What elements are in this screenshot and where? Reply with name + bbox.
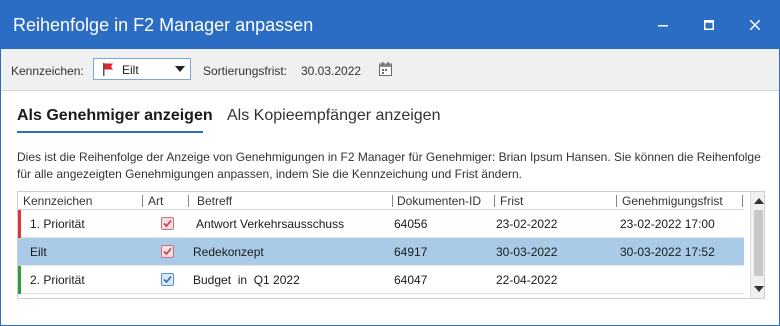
table-row[interactable]: 2. Priorität Budget in Q1 2022 64047 22-… bbox=[18, 266, 744, 294]
filter-toolbar: Kennzeichen: Eilt Sortierungsfrist: 30.0… bbox=[1, 49, 779, 91]
chevron-down-icon bbox=[175, 66, 185, 72]
description-text: Dies ist die Reihenfolge der Anzeige von… bbox=[17, 150, 761, 181]
column-separator[interactable] bbox=[142, 195, 143, 207]
column-header-dokumenten-id[interactable]: Dokumenten-ID bbox=[397, 194, 481, 208]
column-header-genehmigungsfrist[interactable]: Genehmigungsfrist bbox=[622, 194, 723, 208]
cell-frist: 22-04-2022 bbox=[496, 273, 558, 287]
cell-genehmigungsfrist: 30-03-2022 17:52 bbox=[620, 245, 715, 259]
column-header-art[interactable]: Art bbox=[148, 194, 163, 208]
cell-betreff: Budget in Q1 2022 bbox=[193, 273, 300, 287]
close-icon bbox=[750, 20, 760, 30]
maximize-button[interactable] bbox=[695, 11, 723, 39]
minimize-icon bbox=[658, 25, 668, 27]
column-header-betreff[interactable]: Betreff bbox=[197, 194, 232, 208]
table-row[interactable]: 1. Priorität Antwort Verkehrsausschuss 6… bbox=[18, 210, 744, 238]
active-tab-underline bbox=[17, 131, 203, 133]
cell-betreff: Antwort Verkehrsausschuss bbox=[196, 217, 345, 231]
cell-kennzeichen: 2. Priorität bbox=[30, 273, 85, 287]
priority-marker bbox=[18, 266, 21, 294]
cell-kennzeichen: 1. Priorität bbox=[30, 217, 85, 231]
red-flag-icon bbox=[103, 63, 113, 76]
scroll-thumb[interactable] bbox=[754, 210, 763, 276]
column-separator[interactable] bbox=[188, 195, 189, 207]
tab-als-genehmiger[interactable]: Als Genehmiger anzeigen bbox=[17, 107, 213, 125]
column-separator[interactable] bbox=[392, 195, 393, 207]
kennzeichen-label: Kennzeichen: bbox=[11, 64, 84, 78]
table-row[interactable]: Eilt Redekonzept 64917 30-03-2022 30-03-… bbox=[18, 238, 744, 266]
column-header-frist[interactable]: Frist bbox=[500, 194, 523, 208]
cell-frist: 30-03-2022 bbox=[496, 245, 558, 259]
column-separator[interactable] bbox=[616, 195, 617, 207]
cell-genehmigungsfrist: 23-02-2022 17:00 bbox=[620, 217, 715, 231]
window-title: Reihenfolge in F2 Manager anpassen bbox=[13, 15, 314, 35]
priority-marker bbox=[18, 210, 21, 238]
sortierungsfrist-label: Sortierungsfrist: bbox=[203, 64, 288, 78]
sortierungsfrist-value[interactable]: 30.03.2022 bbox=[301, 64, 361, 78]
approval-blue-icon bbox=[161, 273, 174, 286]
cell-kennzeichen: Eilt bbox=[30, 245, 47, 259]
minimize-button[interactable] bbox=[649, 11, 677, 39]
title-bar[interactable]: Reihenfolge in F2 Manager anpassen bbox=[1, 1, 779, 49]
cell-frist: 23-02-2022 bbox=[496, 217, 558, 231]
dialog-window: Reihenfolge in F2 Manager anpassen Kennz… bbox=[0, 0, 780, 326]
cell-dokumenten-id: 64056 bbox=[394, 217, 428, 231]
cell-betreff: Redekonzept bbox=[193, 245, 264, 259]
column-header-kennzeichen[interactable]: Kennzeichen bbox=[23, 194, 92, 208]
grid-header: Kennzeichen Art Betreff Dokumenten-ID Fr… bbox=[18, 192, 744, 210]
tab-als-kopieempfaenger[interactable]: Als Kopieempfänger anzeigen bbox=[227, 107, 440, 125]
column-separator[interactable] bbox=[742, 195, 743, 207]
kennzeichen-value: Eilt bbox=[122, 63, 139, 77]
approval-red-icon bbox=[161, 245, 174, 258]
approval-red-icon bbox=[161, 217, 174, 230]
scroll-down-icon[interactable] bbox=[754, 286, 764, 292]
scroll-up-icon[interactable] bbox=[754, 198, 764, 204]
vertical-scrollbar[interactable] bbox=[750, 192, 764, 298]
column-separator[interactable] bbox=[494, 195, 495, 207]
approval-grid: Kennzeichen Art Betreff Dokumenten-ID Fr… bbox=[17, 191, 765, 299]
priority-marker bbox=[18, 238, 21, 266]
cell-dokumenten-id: 64917 bbox=[394, 245, 428, 259]
cell-dokumenten-id: 64047 bbox=[394, 273, 428, 287]
calendar-icon[interactable] bbox=[379, 62, 392, 76]
maximize-icon bbox=[704, 20, 714, 30]
close-button[interactable] bbox=[741, 11, 769, 39]
kennzeichen-dropdown[interactable]: Eilt bbox=[93, 58, 191, 80]
